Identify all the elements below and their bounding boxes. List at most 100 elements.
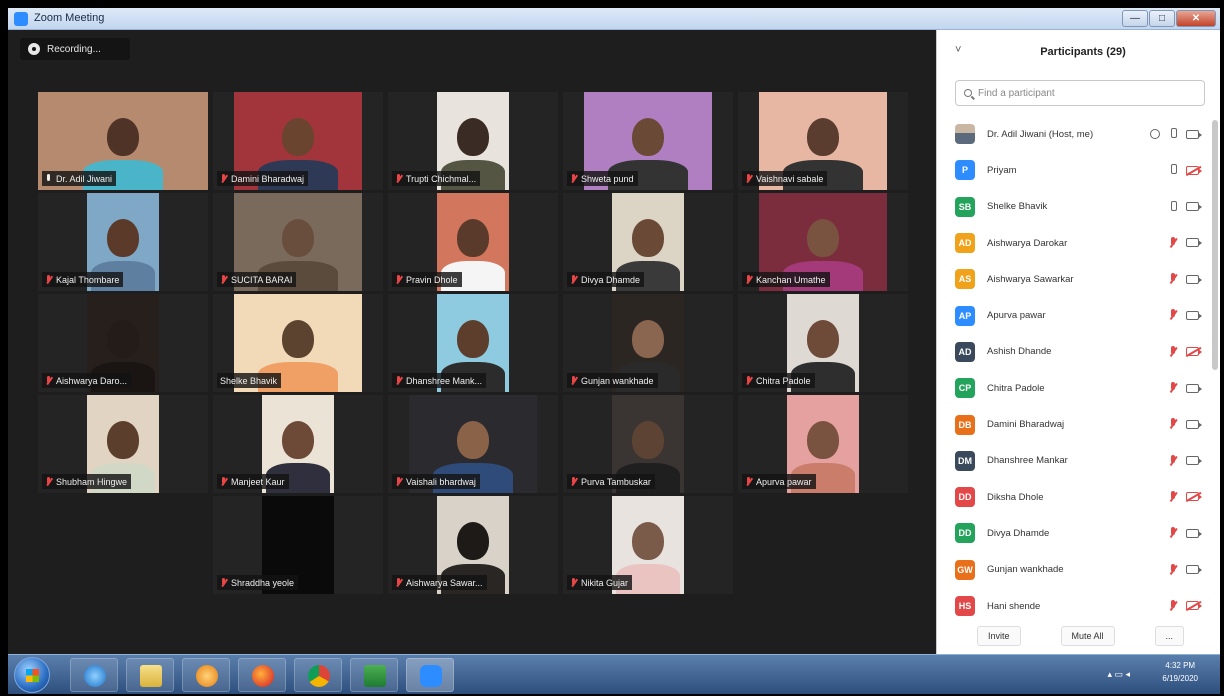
participant-row[interactable]: CP Chitra Padole bbox=[937, 370, 1207, 406]
close-button[interactable]: ✕ bbox=[1176, 10, 1216, 27]
muted-microphone-icon[interactable] bbox=[1168, 527, 1178, 539]
video-tile[interactable]: Apurva pawar bbox=[738, 395, 908, 493]
video-camera-icon[interactable] bbox=[1186, 274, 1202, 284]
recording-indicator[interactable]: Recording... bbox=[20, 38, 130, 60]
taskbar-file-explorer[interactable] bbox=[126, 658, 174, 692]
system-tray-icons[interactable]: ▴ ▭ ◂ bbox=[1107, 669, 1130, 680]
muted-microphone-icon bbox=[395, 476, 402, 487]
video-tile[interactable]: Chitra Padole bbox=[738, 294, 908, 392]
muted-microphone-icon[interactable] bbox=[1168, 309, 1178, 321]
participant-name: Ashish Dhande bbox=[987, 346, 1052, 358]
more-options-button[interactable]: ... bbox=[1154, 626, 1185, 646]
taskbar-chrome[interactable] bbox=[294, 658, 342, 692]
participant-name: Damini Bharadwaj bbox=[987, 419, 1065, 431]
participant-row[interactable]: GW Gunjan wankhade bbox=[937, 552, 1207, 588]
taskbar-firefox[interactable] bbox=[238, 658, 286, 692]
video-tile[interactable]: Purva Tambuskar bbox=[563, 395, 733, 493]
name-tag: Gunjan wankhade bbox=[567, 373, 658, 388]
video-tile[interactable]: Shraddha yeole bbox=[213, 496, 383, 594]
start-button[interactable] bbox=[14, 657, 50, 693]
video-tile[interactable]: SUCITA BARAI bbox=[213, 193, 383, 291]
taskbar-zoom[interactable] bbox=[406, 658, 454, 692]
taskbar-internet-explorer[interactable] bbox=[70, 658, 118, 692]
video-off-icon[interactable] bbox=[1186, 347, 1202, 357]
muted-microphone-icon[interactable] bbox=[1168, 345, 1178, 358]
participant-row[interactable]: SB Shelke Bhavik bbox=[937, 189, 1207, 225]
video-tile[interactable]: Nikita Gujar bbox=[563, 496, 733, 594]
video-tile[interactable]: Vaishali bhardwaj bbox=[388, 395, 558, 493]
video-tile[interactable]: Damini Bharadwaj bbox=[213, 92, 383, 190]
video-tile[interactable]: Dhanshree Mank... bbox=[388, 294, 558, 392]
participant-row[interactable]: DM Dhanshree Mankar bbox=[937, 443, 1207, 479]
muted-microphone-icon[interactable] bbox=[1168, 273, 1178, 285]
video-off-icon[interactable] bbox=[1186, 492, 1202, 502]
video-tile[interactable]: Vaishnavi sabale bbox=[738, 92, 908, 190]
video-tile[interactable]: Pravin Dhole bbox=[388, 193, 558, 291]
video-tile[interactable]: Shelke Bhavik bbox=[213, 294, 383, 392]
participant-row[interactable]: AP Apurva pawar bbox=[937, 297, 1207, 333]
muted-microphone-icon[interactable] bbox=[1168, 418, 1178, 430]
participant-row[interactable]: AD Aishwarya Darokar bbox=[937, 225, 1207, 261]
maximize-button[interactable]: □ bbox=[1149, 10, 1175, 27]
muted-microphone-icon bbox=[395, 173, 402, 184]
video-camera-icon[interactable] bbox=[1186, 129, 1202, 139]
participant-name-label: Manjeet Kaur bbox=[231, 476, 285, 487]
mute-all-button[interactable]: Mute All bbox=[1060, 626, 1115, 646]
video-tile[interactable]: Divya Dhamde bbox=[563, 193, 733, 291]
participant-row[interactable]: DB Damini Bharadwaj bbox=[937, 406, 1207, 442]
video-tile[interactable]: Kajal Thombare bbox=[38, 193, 208, 291]
participant-head bbox=[632, 118, 664, 156]
participant-row[interactable]: HS Hani shende bbox=[937, 588, 1207, 624]
muted-microphone-icon[interactable] bbox=[1168, 599, 1178, 612]
taskbar-excel[interactable] bbox=[350, 658, 398, 692]
participant-row[interactable]: DD Divya Dhamde bbox=[937, 515, 1207, 551]
microphone-icon[interactable] bbox=[1168, 128, 1178, 140]
muted-microphone-icon bbox=[570, 577, 577, 588]
participant-row[interactable]: AD Ashish Dhande bbox=[937, 334, 1207, 370]
muted-microphone-icon[interactable] bbox=[1168, 563, 1178, 576]
video-tile[interactable]: Aishwarya Daro... bbox=[38, 294, 208, 392]
video-tile[interactable]: Kanchan Umathe bbox=[738, 193, 908, 291]
video-tile[interactable]: Manjeet Kaur bbox=[213, 395, 383, 493]
video-camera-icon[interactable] bbox=[1186, 238, 1202, 248]
muted-microphone-icon[interactable] bbox=[1168, 490, 1178, 503]
invite-button[interactable]: Invite bbox=[977, 626, 1021, 646]
muted-microphone-icon[interactable] bbox=[1168, 382, 1178, 394]
microphone-icon[interactable] bbox=[1168, 200, 1178, 213]
video-tile[interactable]: Gunjan wankhade bbox=[563, 294, 733, 392]
video-camera-icon[interactable] bbox=[1186, 310, 1202, 320]
gallery-view: Recording... Dr. Adil Jiwani Damini Bhara… bbox=[8, 30, 936, 654]
video-camera-icon[interactable] bbox=[1186, 419, 1202, 429]
participant-status-icons bbox=[1168, 200, 1202, 213]
participant-status-icons bbox=[1168, 599, 1202, 612]
muted-microphone-icon[interactable] bbox=[1168, 454, 1178, 467]
video-tile[interactable]: Aishwarya Sawar... bbox=[388, 496, 558, 594]
name-tag: Kajal Thombare bbox=[42, 272, 124, 287]
internet-explorer-icon bbox=[84, 665, 106, 687]
system-clock[interactable]: 4:32 PM 6/19/2020 bbox=[1162, 659, 1198, 685]
muted-microphone-icon[interactable] bbox=[1168, 236, 1178, 249]
participant-name: Dr. Adil Jiwani (Host, me) bbox=[987, 128, 1094, 140]
minimize-button[interactable]: — bbox=[1122, 10, 1148, 27]
video-tile[interactable]: Dr. Adil Jiwani bbox=[38, 92, 208, 190]
participant-row[interactable]: Dr. Adil Jiwani (Host, me) bbox=[937, 116, 1207, 152]
participant-row[interactable]: P Priyam bbox=[937, 152, 1207, 188]
video-off-icon[interactable] bbox=[1186, 601, 1202, 611]
participant-name: Aishwarya Sawarkar bbox=[987, 273, 1074, 285]
video-off-icon[interactable] bbox=[1186, 165, 1202, 175]
video-tile[interactable]: Shubham Hingwe bbox=[38, 395, 208, 493]
participant-row[interactable]: AS Aishwarya Sawarkar bbox=[937, 261, 1207, 297]
video-tile[interactable]: Shweta pund bbox=[563, 92, 733, 190]
participant-list-scrollbar[interactable] bbox=[1212, 120, 1218, 370]
participant-head bbox=[457, 421, 489, 459]
video-camera-icon[interactable] bbox=[1186, 202, 1202, 212]
participant-search-input[interactable] bbox=[978, 85, 1198, 101]
video-tile[interactable]: Trupti Chichmal... bbox=[388, 92, 558, 190]
video-camera-icon[interactable] bbox=[1186, 565, 1202, 575]
participant-row[interactable]: DD Diksha Dhole bbox=[937, 479, 1207, 515]
video-camera-icon[interactable] bbox=[1186, 528, 1202, 538]
video-camera-icon[interactable] bbox=[1186, 383, 1202, 393]
video-camera-icon[interactable] bbox=[1186, 456, 1202, 466]
taskbar-media-player[interactable] bbox=[182, 658, 230, 692]
microphone-icon[interactable] bbox=[1168, 164, 1178, 176]
